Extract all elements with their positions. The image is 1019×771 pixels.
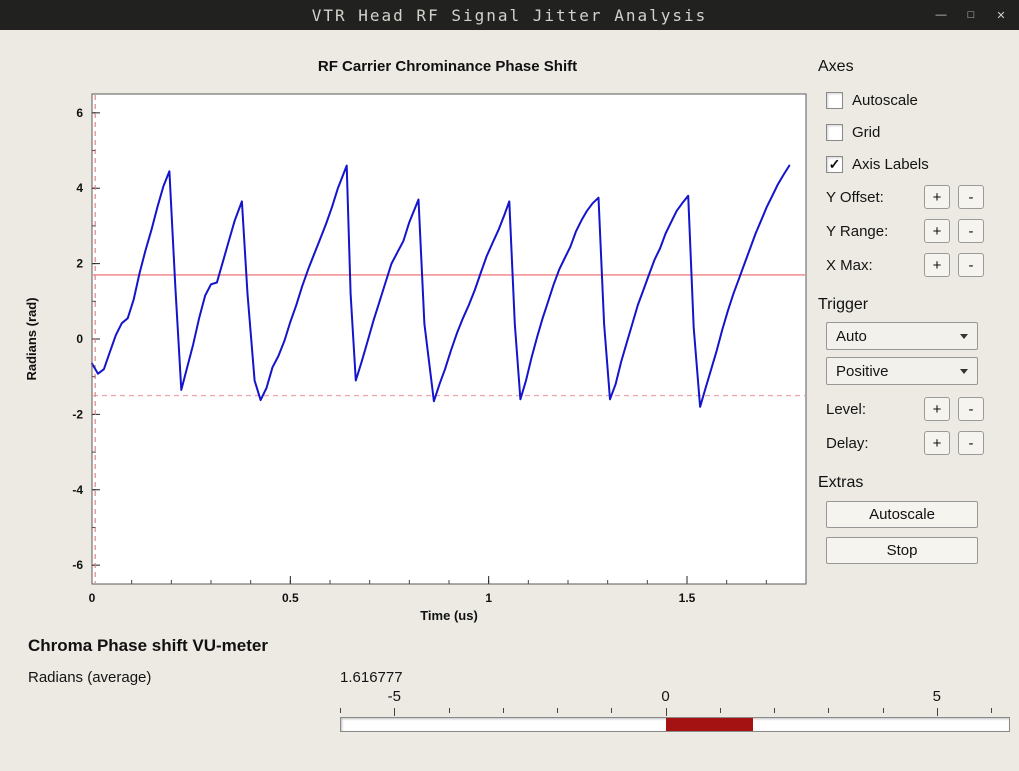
trigger-slope-select[interactable]: Positive bbox=[826, 357, 978, 385]
axis-labels-checkbox-label: Axis Labels bbox=[852, 155, 929, 173]
autoscale-checkbox-label: Autoscale bbox=[852, 91, 918, 109]
svg-text:0.5: 0.5 bbox=[282, 591, 299, 605]
close-icon[interactable]: ✕ bbox=[987, 3, 1015, 27]
y-range-minus-button[interactable]: - bbox=[958, 219, 984, 243]
svg-text:-4: -4 bbox=[72, 483, 83, 497]
trigger-level-label: Level: bbox=[826, 400, 867, 418]
trigger-level-stepper: Level: + - bbox=[826, 392, 1014, 426]
svg-text:1.5: 1.5 bbox=[679, 591, 696, 605]
axis-labels-checkbox-row[interactable]: Axis Labels bbox=[826, 148, 1014, 180]
chart-title: RF Carrier Chrominance Phase Shift bbox=[317, 58, 578, 75]
vu-meter-fill bbox=[665, 718, 753, 731]
trigger-delay-stepper: Delay: + - bbox=[826, 426, 1014, 460]
svg-text:0: 0 bbox=[76, 332, 83, 346]
trigger-delay-minus-button[interactable]: - bbox=[958, 431, 984, 455]
vu-meter-track bbox=[340, 717, 1010, 732]
vu-meter-value: 1.616777 bbox=[340, 669, 403, 686]
trigger-section-header: Trigger bbox=[818, 296, 869, 313]
grid-checkbox-row[interactable]: Grid bbox=[826, 116, 1014, 148]
trigger-level-minus-button[interactable]: - bbox=[958, 397, 984, 421]
x-max-plus-button[interactable]: + bbox=[924, 253, 950, 277]
x-max-minus-button[interactable]: - bbox=[958, 253, 984, 277]
vu-meter-label: Radians (average) bbox=[28, 669, 152, 686]
maximize-icon[interactable]: □ bbox=[957, 3, 985, 27]
vu-scale-label: 5 bbox=[932, 688, 941, 705]
axes-section-header: Axes bbox=[818, 58, 854, 75]
chart-section: RF Carrier Chrominance Phase Shift 0 0.5 1… bbox=[20, 58, 815, 624]
vu-scale-label: -5 bbox=[387, 688, 401, 705]
trigger-delay-plus-button[interactable]: + bbox=[924, 431, 950, 455]
chevron-down-icon bbox=[960, 368, 968, 374]
vu-meter-scale-ticks bbox=[340, 708, 1010, 717]
autoscale-checkbox-row[interactable]: Autoscale bbox=[826, 84, 1014, 116]
chevron-down-icon bbox=[960, 333, 968, 339]
svg-text:1: 1 bbox=[485, 591, 492, 605]
stop-button[interactable]: Stop bbox=[826, 537, 978, 564]
grid-checkbox[interactable] bbox=[826, 123, 843, 141]
trigger-level-plus-button[interactable]: + bbox=[924, 397, 950, 421]
x-max-label: X Max: bbox=[826, 256, 873, 274]
extras-section: Autoscale Stop bbox=[818, 501, 1014, 564]
x-max-stepper: X Max: + - bbox=[826, 248, 1014, 282]
y-offset-minus-button[interactable]: - bbox=[958, 185, 984, 209]
y-range-stepper: Y Range: + - bbox=[826, 214, 1014, 248]
window-controls: — □ ✕ bbox=[927, 0, 1015, 30]
vu-meter-section: Chroma Phase shift VU-meter Radians (ave… bbox=[28, 636, 1012, 732]
autoscale-button[interactable]: Autoscale bbox=[826, 501, 978, 528]
y-range-plus-button[interactable]: + bbox=[924, 219, 950, 243]
svg-text:0: 0 bbox=[89, 591, 96, 605]
control-panel: Axes Autoscale Grid Axis Labels Y Offset… bbox=[818, 58, 1014, 578]
extras-section-header: Extras bbox=[818, 474, 864, 491]
trigger-slope-value: Positive bbox=[836, 362, 889, 380]
vu-meter-title: Chroma Phase shift VU-meter bbox=[28, 636, 268, 655]
y-offset-plus-button[interactable]: + bbox=[924, 185, 950, 209]
axes-section: Autoscale Grid Axis Labels Y Offset: + -… bbox=[818, 84, 1014, 282]
y-offset-stepper: Y Offset: + - bbox=[826, 180, 1014, 214]
trigger-section: Auto Positive Level: + - Delay: + - bbox=[818, 322, 1014, 460]
vu-scale-label: 0 bbox=[661, 688, 670, 705]
titlebar: VTR Head RF Signal Jitter Analysis — □ ✕ bbox=[0, 0, 1019, 30]
axis-labels-checkbox[interactable] bbox=[826, 155, 843, 173]
trigger-mode-select[interactable]: Auto bbox=[826, 322, 978, 350]
vu-meter: -5 0 5 bbox=[340, 688, 1010, 732]
minimize-icon[interactable]: — bbox=[927, 3, 955, 27]
svg-text:4: 4 bbox=[76, 181, 83, 195]
autoscale-checkbox[interactable] bbox=[826, 91, 843, 109]
svg-text:2: 2 bbox=[76, 257, 83, 271]
y-offset-label: Y Offset: bbox=[826, 188, 884, 206]
trigger-delay-label: Delay: bbox=[826, 434, 869, 452]
trigger-mode-value: Auto bbox=[836, 327, 867, 345]
grid-checkbox-label: Grid bbox=[852, 123, 881, 141]
vu-meter-scale-labels: -5 0 5 bbox=[340, 688, 1010, 708]
svg-text:6: 6 bbox=[76, 106, 83, 120]
svg-text:Radians (rad): Radians (rad) bbox=[24, 297, 39, 380]
window-title: VTR Head RF Signal Jitter Analysis bbox=[311, 5, 708, 25]
svg-text:Time (us): Time (us) bbox=[420, 608, 478, 623]
y-range-label: Y Range: bbox=[826, 222, 889, 240]
svg-text:-6: -6 bbox=[72, 558, 83, 572]
chart-plot: 0 0.5 1 1.5 -6 -4 -2 0 2 4 6 Time (us) Radians (rad) bbox=[24, 93, 807, 623]
svg-text:-2: -2 bbox=[72, 407, 83, 421]
